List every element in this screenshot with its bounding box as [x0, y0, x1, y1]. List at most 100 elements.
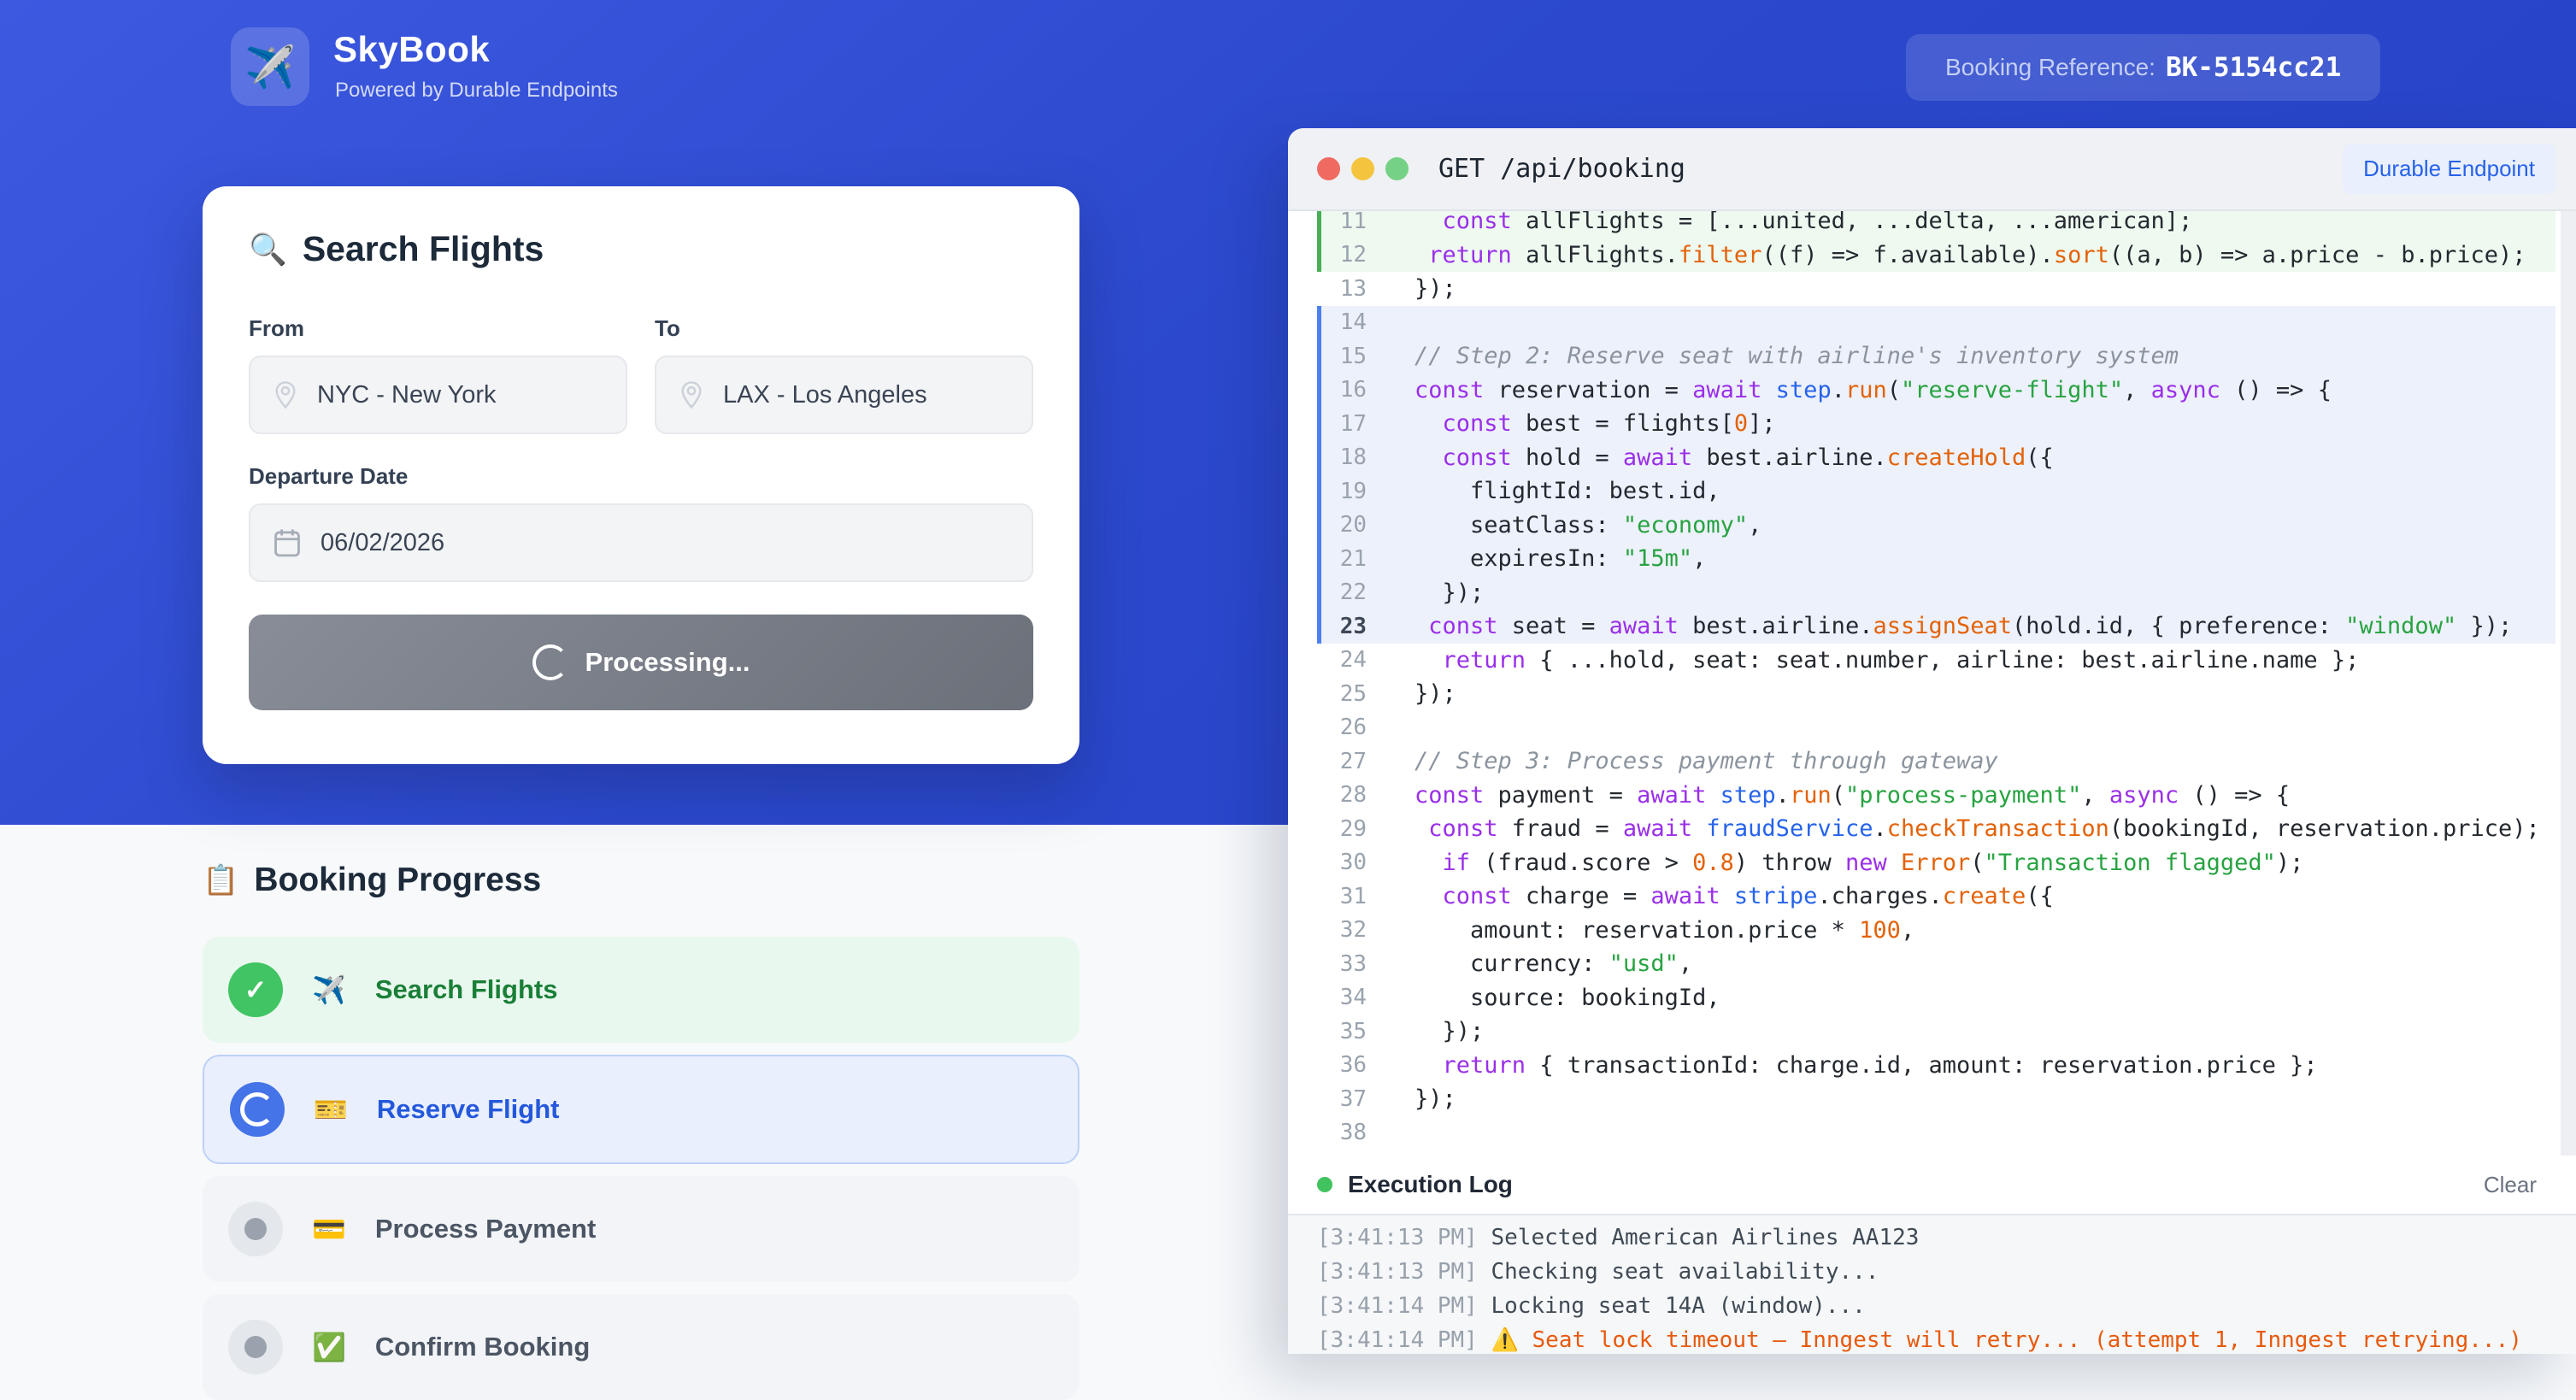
- code-line-38: 38: [1317, 1116, 2555, 1150]
- app-tagline: Powered by Durable Endpoints: [335, 79, 618, 103]
- line-code: expiresIn: "15m",: [1367, 545, 1706, 572]
- line-code: const reservation = await step.run("rese…: [1367, 377, 2332, 403]
- line-number: 23: [1317, 614, 1367, 639]
- code-line-29: 29 const fraud = await fraudService.chec…: [1317, 812, 2555, 846]
- line-code: if (fraud.score > 0.8) throw new Error("…: [1367, 850, 2303, 876]
- step-label: Process Payment: [375, 1214, 596, 1244]
- line-code: });: [1367, 1085, 1456, 1112]
- log-message: Locking seat 14A (window)...: [1491, 1293, 1866, 1319]
- status-dot-icon: [1317, 1177, 1332, 1192]
- booking-reference-value: BK-5154cc21: [2166, 52, 2341, 83]
- progress-step-confirm-booking: ✅Confirm Booking: [203, 1294, 1079, 1400]
- location-pin-icon: [679, 380, 704, 409]
- progress-step-process-payment: 💳Process Payment: [203, 1176, 1079, 1282]
- code-line-36: 36 return { transactionId: charge.id, am…: [1317, 1049, 2555, 1083]
- step-done-icon: ✓: [228, 962, 283, 1017]
- line-number: 14: [1317, 309, 1367, 335]
- search-flights-title: Search Flights: [303, 229, 544, 269]
- code-line-25: 25});: [1317, 677, 2555, 711]
- line-number: 26: [1317, 715, 1367, 740]
- line-number: 13: [1317, 276, 1367, 302]
- line-number: 38: [1317, 1120, 1367, 1145]
- code-line-17: 17 const best = flights[0];: [1317, 407, 2555, 441]
- step-pending-icon: [228, 1202, 283, 1256]
- line-number: 12: [1317, 242, 1367, 268]
- line-code: const hold = await best.airline.createHo…: [1367, 444, 2054, 471]
- line-number: 22: [1317, 579, 1367, 605]
- line-number: 29: [1317, 816, 1367, 842]
- line-number: 37: [1317, 1086, 1367, 1112]
- scrollbar-track[interactable]: [2561, 211, 2576, 1156]
- execution-log-title: Execution Log: [1348, 1171, 1513, 1198]
- log-entry: [3:41:14 PM] ⚠️ Seat lock timeout – Inng…: [1317, 1323, 2547, 1354]
- log-entry: [3:41:14 PM] Locking seat 14A (window)..…: [1317, 1289, 2547, 1323]
- from-field[interactable]: NYC - New York: [249, 356, 627, 434]
- line-code: });: [1367, 1018, 1484, 1044]
- line-code: currency: "usd",: [1367, 950, 1692, 977]
- code-line-11: 11 const allFlights = [...united, ...del…: [1317, 211, 2555, 238]
- log-timestamp: [3:41:13 PM]: [1317, 1259, 1491, 1285]
- log-message: Checking seat availability...: [1491, 1259, 1879, 1285]
- code-line-30: 30 if (fraud.score > 0.8) throw new Erro…: [1317, 846, 2555, 880]
- code-line-35: 35 });: [1317, 1015, 2555, 1049]
- loading-spinner-icon: [532, 644, 568, 680]
- line-number: 21: [1317, 546, 1367, 572]
- window-maximize-icon: [1385, 157, 1409, 180]
- line-number: 25: [1317, 681, 1367, 707]
- code-line-16: 16const reservation = await step.run("re…: [1317, 374, 2555, 408]
- code-line-22: 22 });: [1317, 576, 2555, 610]
- code-editor-panel: GET /api/booking Durable Endpoint 11 con…: [1288, 128, 2576, 1354]
- line-code: return allFlights.filter((f) => f.availa…: [1367, 242, 2526, 268]
- code-line-34: 34 source: bookingId,: [1317, 981, 2555, 1015]
- code-line-24: 24 return { ...hold, seat: seat.number, …: [1317, 644, 2555, 678]
- code-line-14: 14: [1317, 306, 2555, 340]
- code-line-32: 32 amount: reservation.price * 100,: [1317, 914, 2555, 948]
- code-lines[interactable]: 11 const allFlights = [...united, ...del…: [1288, 211, 2576, 1156]
- line-code: flightId: best.id,: [1367, 478, 1720, 504]
- search-icon: 🔍: [249, 232, 287, 268]
- app-logo: ✈️: [231, 27, 309, 106]
- window-close-icon: [1317, 157, 1340, 180]
- code-line-12: 12 return allFlights.filter((f) => f.ava…: [1317, 238, 2555, 273]
- line-number: 33: [1317, 951, 1367, 977]
- line-number: 18: [1317, 444, 1367, 470]
- code-line-33: 33 currency: "usd",: [1317, 947, 2555, 981]
- code-line-13: 13});: [1317, 272, 2555, 306]
- step-emoji-icon: ✈️: [312, 974, 346, 1006]
- execution-log-entries: [3:41:13 PM] Selected American Airlines …: [1288, 1215, 2576, 1354]
- code-line-28: 28const payment = await step.run("proces…: [1317, 779, 2555, 813]
- app-title: SkyBook: [333, 29, 490, 70]
- departure-date-field[interactable]: 06/02/2026: [249, 503, 1033, 582]
- log-timestamp: [3:41:14 PM]: [1317, 1293, 1491, 1319]
- line-number: 27: [1317, 749, 1367, 774]
- step-emoji-icon: ✅: [312, 1331, 346, 1363]
- step-emoji-icon: 🎫: [314, 1093, 348, 1126]
- line-code: const charge = await stripe.charges.crea…: [1367, 883, 2054, 909]
- to-field[interactable]: LAX - Los Angeles: [655, 356, 1033, 434]
- code-line-31: 31 const charge = await stripe.charges.c…: [1317, 879, 2555, 914]
- log-entry: [3:41:13 PM] Selected American Airlines …: [1317, 1221, 2547, 1255]
- airplane-logo-icon: ✈️: [244, 43, 296, 91]
- line-number: 32: [1317, 917, 1367, 943]
- code-line-18: 18 const hold = await best.airline.creat…: [1317, 441, 2555, 475]
- progress-step-search-flights: ✓ ✈️ Search Flights: [203, 937, 1079, 1043]
- editor-header: GET /api/booking Durable Endpoint: [1288, 128, 2576, 211]
- clear-log-button[interactable]: Clear: [2479, 1171, 2542, 1199]
- location-pin-icon: [273, 380, 298, 409]
- code-line-21: 21 expiresIn: "15m",: [1317, 542, 2555, 576]
- line-code: const payment = await step.run("process-…: [1367, 782, 2290, 809]
- search-submit-button[interactable]: Processing...: [249, 615, 1033, 710]
- code-line-20: 20 seatClass: "economy",: [1317, 509, 2555, 543]
- line-code: const fraud = await fraudService.checkTr…: [1367, 815, 2540, 842]
- log-timestamp: [3:41:13 PM]: [1317, 1225, 1491, 1250]
- line-code: });: [1367, 579, 1484, 606]
- window-minimize-icon: [1351, 157, 1374, 180]
- line-code: return { ...hold, seat: seat.number, air…: [1367, 647, 2359, 674]
- endpoint-method-path: GET /api/booking: [1438, 154, 1685, 184]
- step-spinner-icon: [230, 1082, 285, 1137]
- calendar-icon: [273, 526, 302, 559]
- code-line-15: 15// Step 2: Reserve seat with airline's…: [1317, 339, 2555, 374]
- search-flights-heading: 🔍 Search Flights: [249, 229, 1033, 269]
- line-number: 17: [1317, 411, 1367, 437]
- step-label: Search Flights: [375, 974, 558, 1005]
